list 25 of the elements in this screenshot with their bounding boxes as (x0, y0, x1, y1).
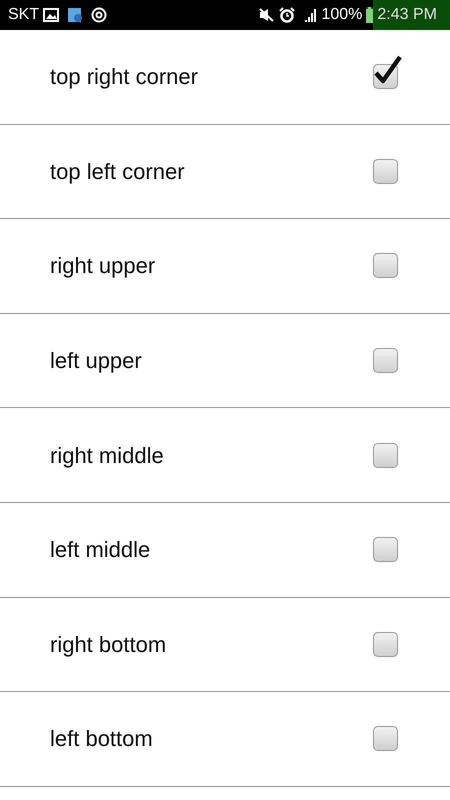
option-label: top right corner (50, 63, 198, 92)
checkbox[interactable] (373, 442, 398, 468)
option-label: right upper (50, 252, 156, 280)
option-label: right middle (50, 442, 164, 470)
checkbox[interactable] (373, 348, 398, 374)
checkbox[interactable] (373, 253, 398, 278)
carrier-name: SKT (8, 5, 40, 25)
clock: 2:43 PM (373, 0, 450, 30)
option-label: top left corner (50, 158, 185, 186)
option-label: left middle (50, 536, 150, 564)
battery-icon (366, 7, 374, 23)
signal-icon (303, 8, 318, 22)
image-icon (43, 8, 60, 22)
sync-icon (91, 7, 108, 23)
app-icon (67, 7, 84, 23)
checkbox[interactable] (373, 726, 398, 752)
battery-percent: 100% (321, 5, 362, 25)
mute-icon (259, 8, 276, 22)
option-label: right bottom (50, 630, 166, 659)
checkbox[interactable] (373, 158, 398, 184)
option-label: left upper (50, 347, 142, 376)
alarm-icon (279, 7, 296, 23)
checkbox[interactable] (373, 537, 398, 562)
option-label: left bottom (50, 725, 153, 754)
checkbox[interactable] (373, 632, 398, 657)
